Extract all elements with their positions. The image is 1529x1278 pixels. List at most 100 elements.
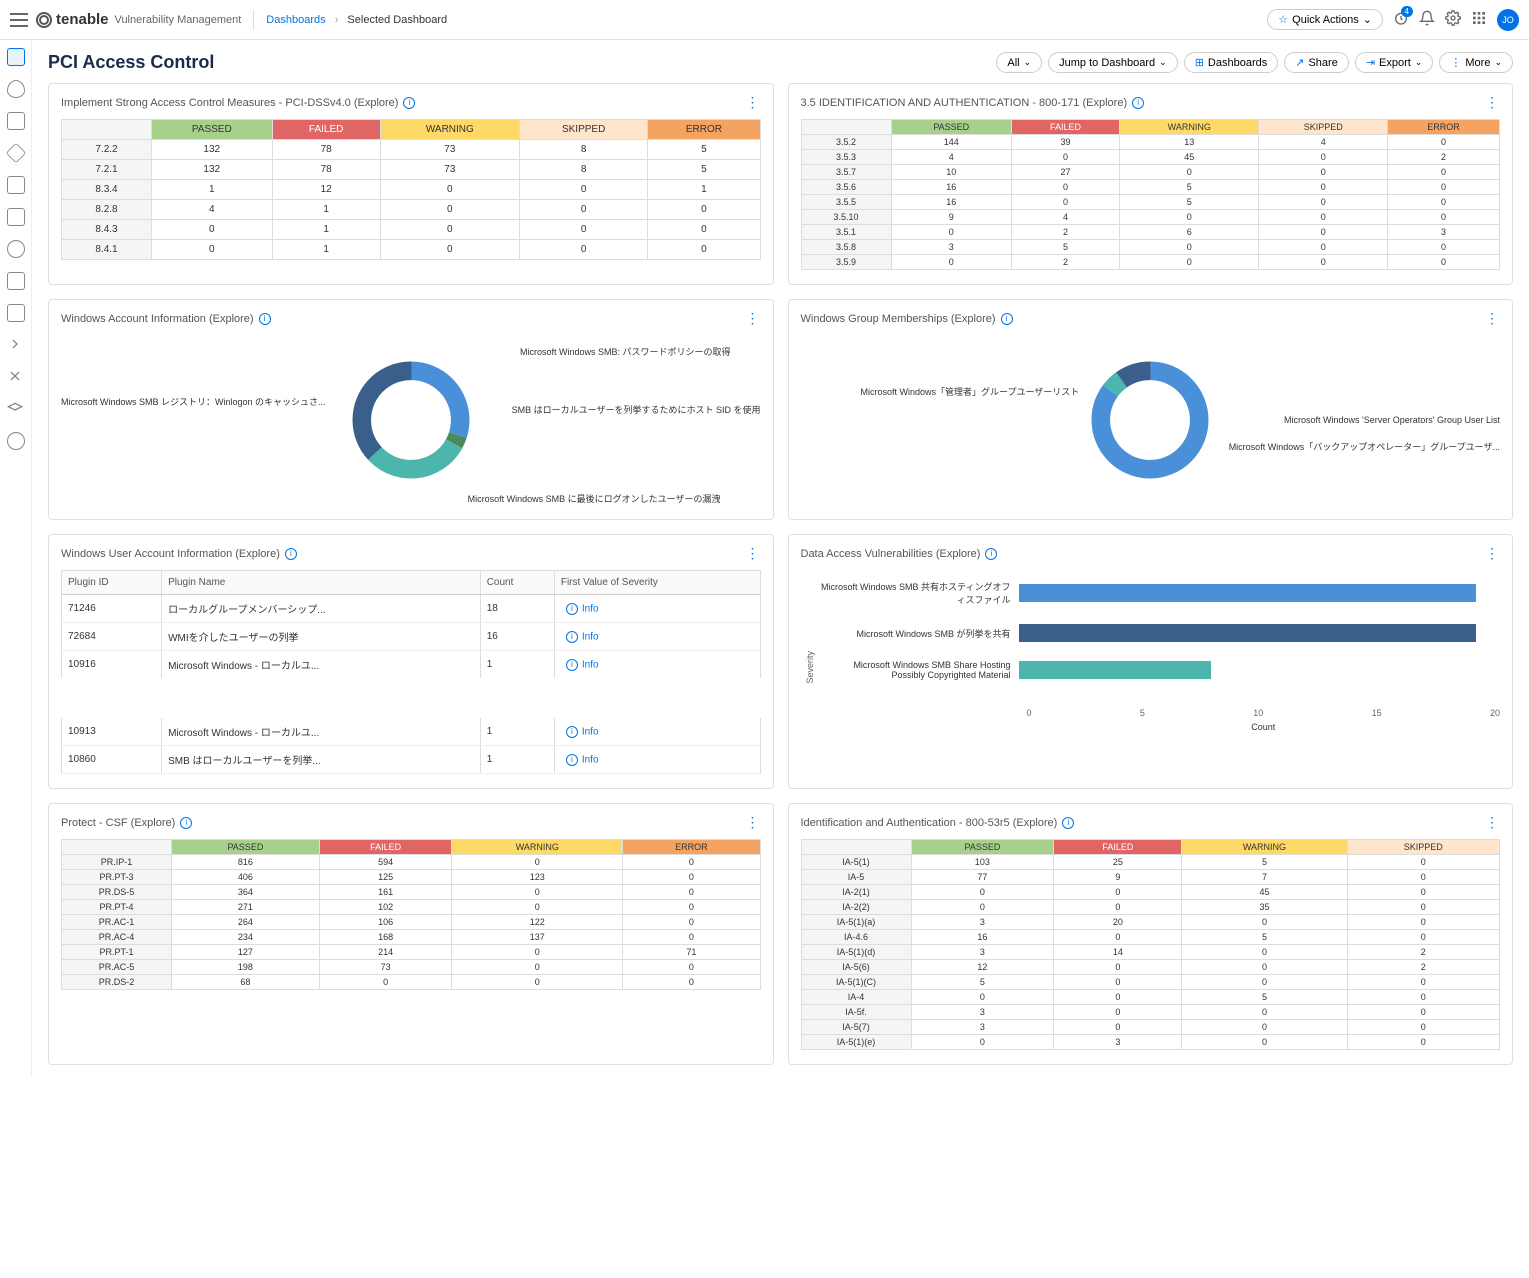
col-header[interactable]: PASSED [172,840,320,855]
col-header[interactable]: Plugin Name [162,571,481,595]
row-label[interactable]: IA-2(1) [801,885,911,900]
cell[interactable]: 125 [319,870,452,885]
cell[interactable]: 0 [1347,900,1499,915]
info-link[interactable]: Info [582,631,599,642]
row-label[interactable]: 8.3.4 [62,180,152,200]
row-label[interactable]: 3.5.10 [801,210,891,225]
cell[interactable]: 0 [1347,1005,1499,1020]
jump-dashboard-button[interactable]: Jump to Dashboard⌄ [1048,52,1178,73]
cell[interactable]: 0 [1054,975,1182,990]
row-label[interactable]: 3.5.8 [801,240,891,255]
col-header[interactable]: PASSED [911,840,1054,855]
cell[interactable]: 0 [1347,930,1499,945]
cell[interactable]: 12 [272,180,380,200]
cell[interactable]: 5 [648,140,760,160]
cell[interactable]: 594 [319,855,452,870]
cell[interactable]: 0 [1259,240,1388,255]
cell[interactable]: 0 [1182,915,1347,930]
cell[interactable]: 0 [152,220,273,240]
cell[interactable]: 122 [452,915,623,930]
row-label[interactable]: IA-5(1) [801,855,911,870]
row-label[interactable]: IA-5(1)(d) [801,945,911,960]
cell[interactable]: 3 [911,945,1054,960]
cell[interactable]: 0 [1054,1020,1182,1035]
info-link[interactable]: Info [582,726,599,737]
sidebar-export-icon[interactable] [7,336,25,354]
col-header[interactable]: WARNING [1182,840,1347,855]
cell[interactable]: 68 [172,975,320,990]
logo[interactable]: tenable Vulnerability Management [36,11,241,28]
cell[interactable]: 0 [1054,990,1182,1005]
cell[interactable]: 73 [380,140,519,160]
cell[interactable]: 0 [911,885,1054,900]
cell[interactable]: 0 [1388,240,1500,255]
export-button[interactable]: ⇥Export⌄ [1355,52,1434,73]
cell[interactable]: 0 [1012,180,1120,195]
cell[interactable]: 1 [272,200,380,220]
cell[interactable]: 13 [1120,135,1259,150]
cell-count[interactable]: 1 [480,698,554,746]
cell[interactable]: 0 [911,900,1054,915]
row-label[interactable]: 3.5.7 [801,165,891,180]
col-header[interactable]: ERROR [648,120,760,140]
cell[interactable]: 364 [172,885,320,900]
cell[interactable]: 0 [452,975,623,990]
cell[interactable]: 1 [272,220,380,240]
cell-severity[interactable]: iInfo [554,698,760,746]
cell[interactable]: 0 [1182,975,1347,990]
cell[interactable]: 0 [1259,180,1388,195]
sidebar-activity-icon[interactable] [7,112,25,130]
cell[interactable]: 234 [172,930,320,945]
cell[interactable]: 1 [648,180,760,200]
row-label[interactable]: 3.5.3 [801,150,891,165]
cell[interactable]: 214 [319,945,452,960]
cell[interactable]: 16 [911,930,1054,945]
cell-count[interactable]: 18 [480,595,554,623]
row-label[interactable]: IA-5(1)(e) [801,1035,911,1050]
cell-id[interactable]: 10860 [62,746,162,774]
quick-actions-button[interactable]: ☆ Quick Actions ⌄ [1267,9,1383,30]
cell[interactable]: 0 [1120,255,1259,270]
cell[interactable]: 5 [1182,930,1347,945]
row-label[interactable]: 8.4.1 [62,240,152,260]
hbar-fill[interactable] [1019,624,1476,642]
cell[interactable]: 3 [911,915,1054,930]
cell[interactable]: 0 [1054,930,1182,945]
cell[interactable]: 20 [1054,915,1182,930]
cell[interactable]: 106 [319,915,452,930]
cell[interactable]: 0 [519,200,648,220]
cell[interactable]: 816 [172,855,320,870]
sidebar-tools-icon[interactable] [7,368,25,386]
cell[interactable]: 73 [380,160,519,180]
hamburger-icon[interactable] [10,13,28,27]
info-icon[interactable]: i [403,97,415,109]
cell-name[interactable]: ローカルグループメンバーシップ... [162,595,481,623]
cell[interactable]: 9 [1054,870,1182,885]
row-label[interactable]: PR.PT-1 [62,945,172,960]
cell[interactable]: 0 [1347,1035,1499,1050]
info-icon[interactable]: i [1062,817,1074,829]
cell[interactable]: 0 [623,915,760,930]
cell[interactable]: 8 [519,140,648,160]
cell[interactable]: 5 [648,160,760,180]
cell[interactable]: 0 [1182,1020,1347,1035]
cell[interactable]: 0 [1259,150,1388,165]
cell[interactable]: 5 [911,975,1054,990]
cell[interactable]: 0 [1388,210,1500,225]
cell[interactable]: 0 [380,180,519,200]
cell[interactable]: 0 [1347,855,1499,870]
cell[interactable]: 0 [380,200,519,220]
col-header[interactable]: ERROR [623,840,760,855]
sidebar-doc-icon[interactable] [7,272,25,290]
row-label[interactable]: PR.DS-2 [62,975,172,990]
widget-menu-icon[interactable]: ⋮ [1485,94,1500,111]
row-label[interactable]: 8.2.8 [62,200,152,220]
cell[interactable]: 0 [1347,885,1499,900]
widget-menu-icon[interactable]: ⋮ [746,545,761,562]
cell[interactable]: 0 [519,240,648,260]
info-icon[interactable]: i [259,313,271,325]
cell[interactable]: 1 [152,180,273,200]
cell[interactable]: 0 [152,240,273,260]
cell-severity[interactable]: iInfo [554,595,760,623]
info-icon[interactable]: i [1001,313,1013,325]
